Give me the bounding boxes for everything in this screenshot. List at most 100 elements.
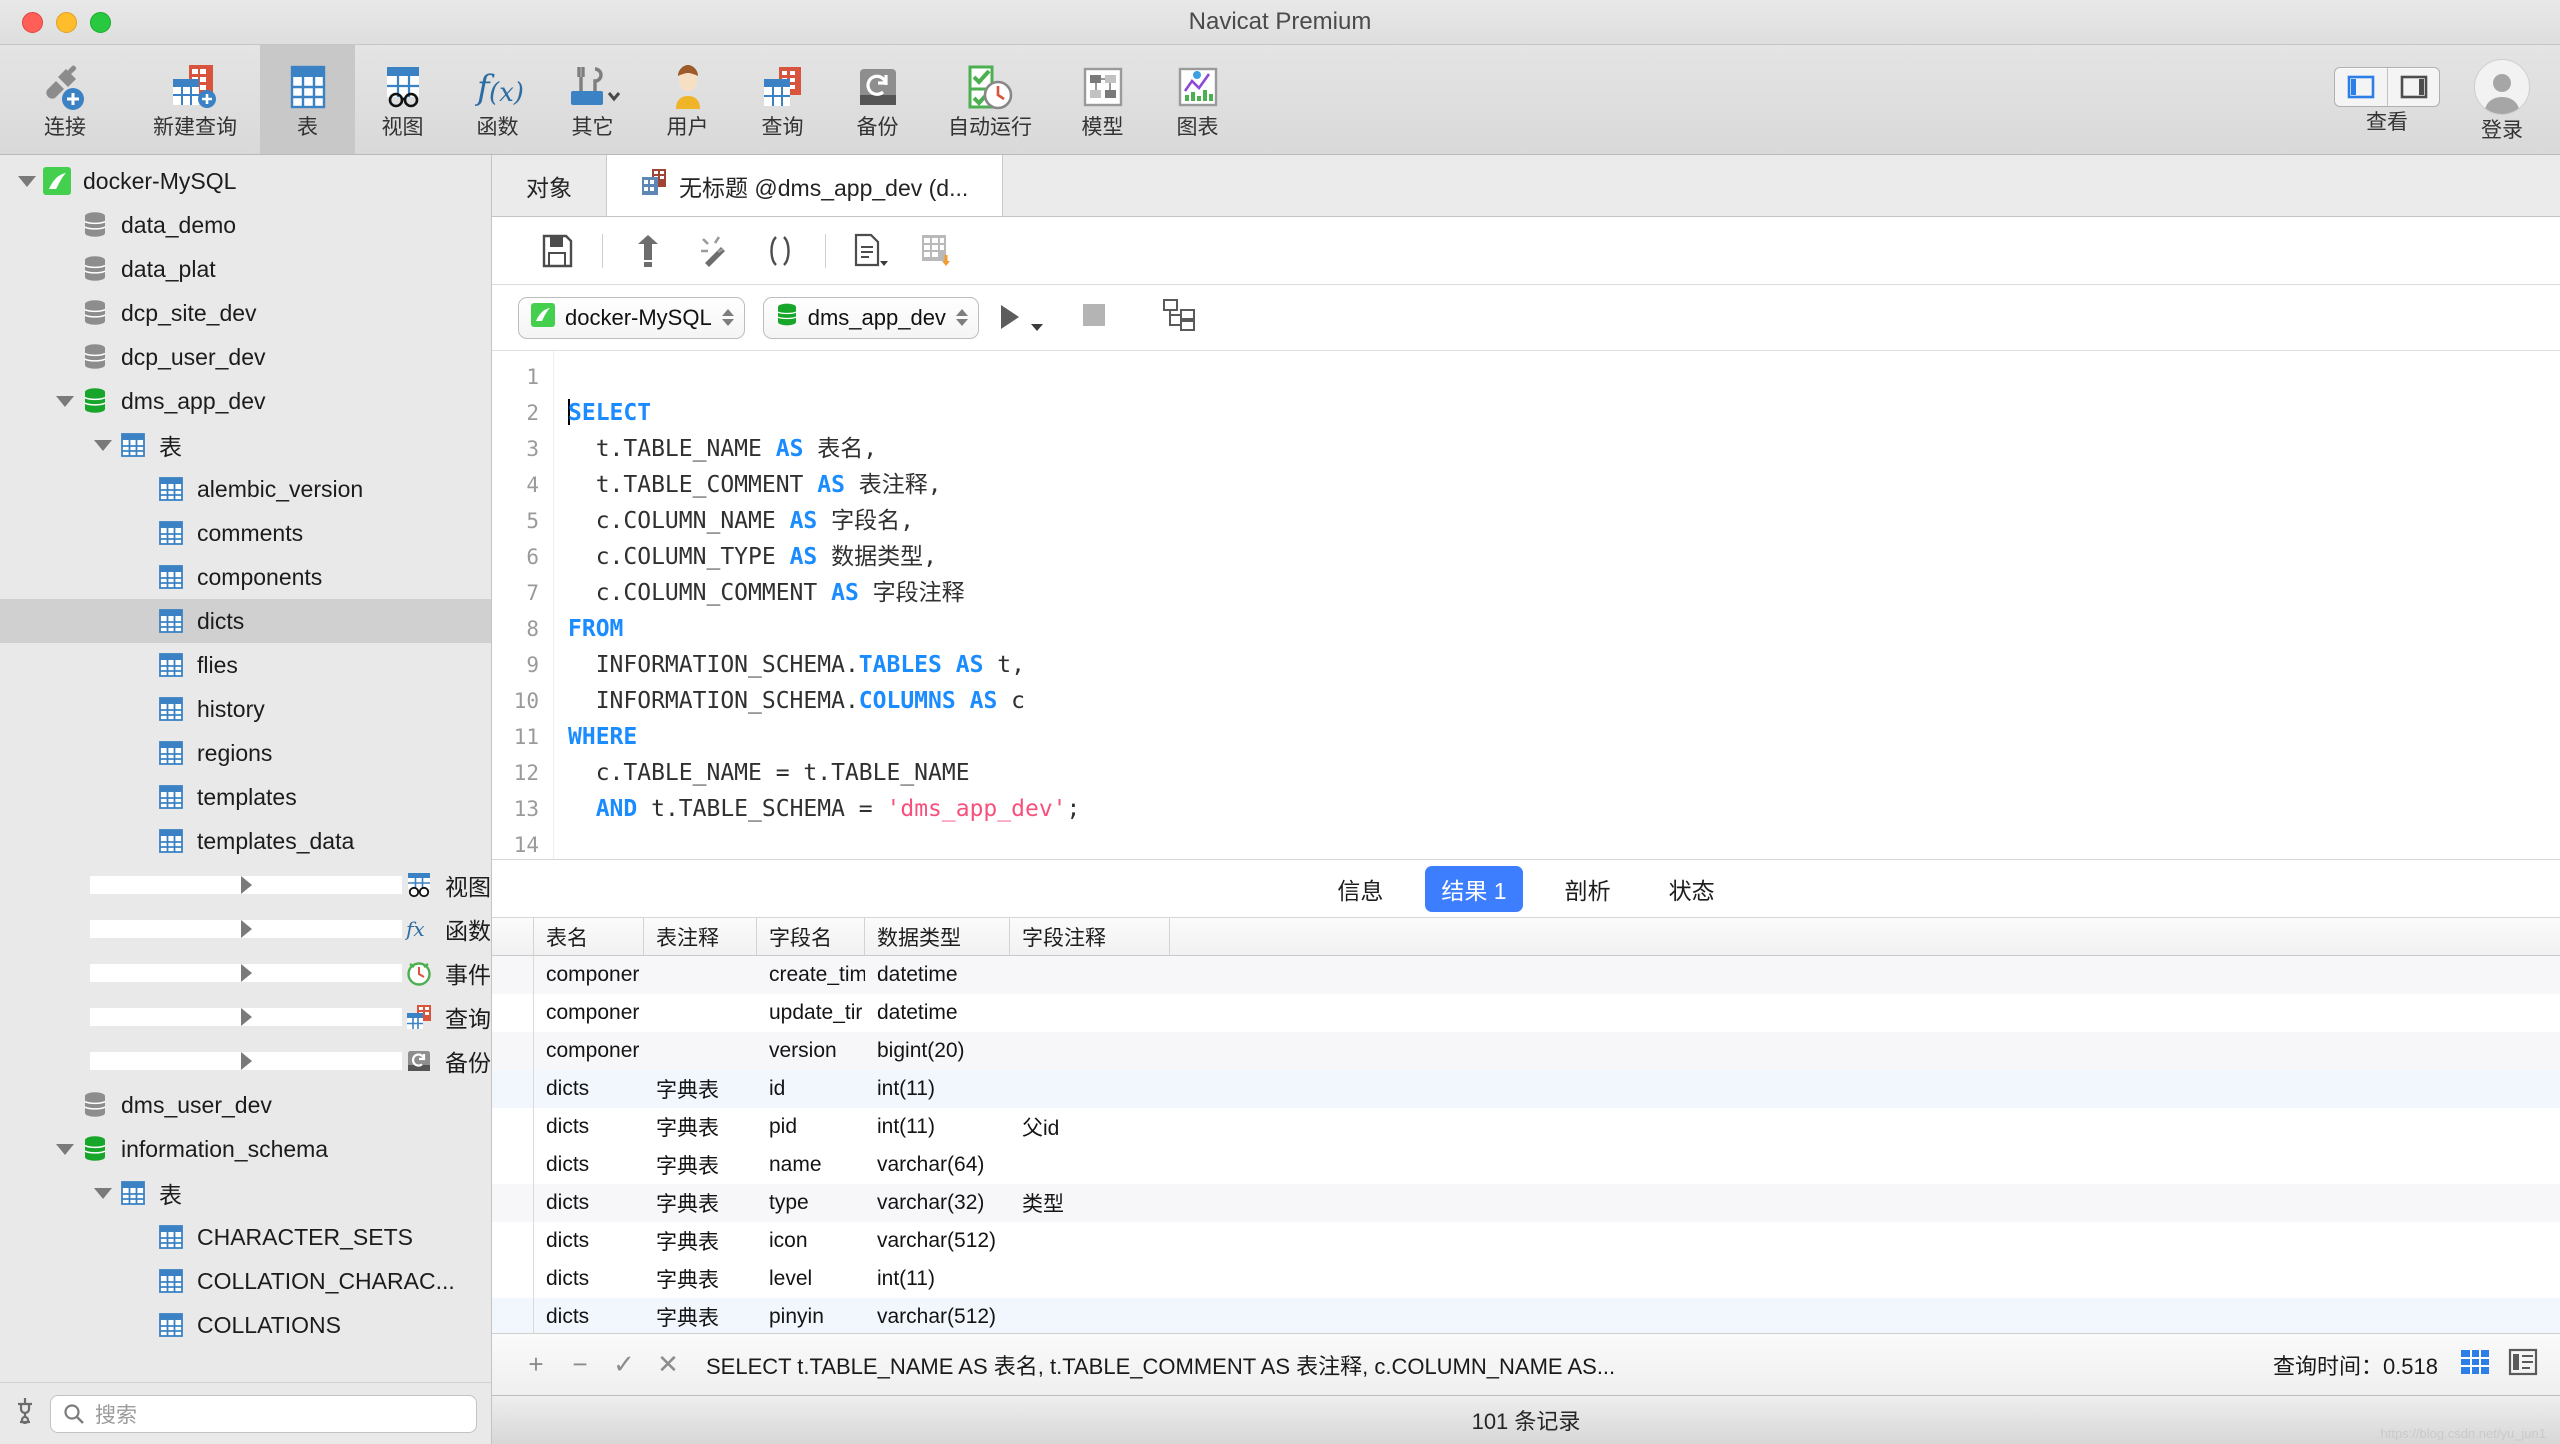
table-cell[interactable]: varchar(64) (865, 1146, 1010, 1184)
code-line[interactable]: c.COLUMN_COMMENT AS 字段注释 (568, 575, 2560, 611)
chevron-right-icon[interactable] (90, 1052, 402, 1070)
chevron-stepper-icon[interactable] (955, 309, 968, 326)
table-row[interactable]: dicts 字典表 name varchar(64) (492, 1146, 2560, 1185)
table-cell[interactable]: 字典表 (644, 1184, 757, 1222)
stop-icon[interactable] (1080, 301, 1108, 334)
table-cell[interactable] (1010, 1070, 1170, 1108)
code-line[interactable]: INFORMATION_SCHEMA.TABLES AS t, (568, 647, 2560, 683)
table-cell[interactable]: name (757, 1146, 865, 1184)
tree-item-collation_charac[interactable]: COLLATION_CHARAC... (0, 1259, 491, 1303)
table-cell[interactable]: type (757, 1184, 865, 1222)
tree-item-alembic_version[interactable]: alembic_version (0, 467, 491, 511)
table-cell[interactable] (1010, 1260, 1170, 1298)
parentheses-icon[interactable] (747, 225, 813, 277)
chevron-down-icon[interactable] (90, 1188, 116, 1199)
cancel-record-button[interactable]: ✕ (646, 1349, 690, 1380)
code-line[interactable]: t.TABLE_COMMENT AS 表注释, (568, 467, 2560, 503)
table-cell[interactable]: pid (757, 1108, 865, 1146)
table-cell[interactable]: varchar(512) (865, 1222, 1010, 1260)
row-header-cell[interactable] (492, 994, 534, 1033)
table-cell[interactable]: bigint(20) (865, 1032, 1010, 1070)
toolbar-item-user[interactable]: 用户 (640, 45, 735, 154)
chevron-down-icon[interactable] (52, 1144, 78, 1155)
toolbar-item-backup[interactable]: 备份 (830, 45, 925, 154)
toolbar-item-automation[interactable]: 自动运行 (925, 45, 1055, 154)
table-cell[interactable]: dicts (534, 1108, 644, 1146)
tree-item-components[interactable]: components (0, 555, 491, 599)
chevron-down-icon[interactable] (90, 440, 116, 451)
result-tab-3[interactable]: 状态 (1653, 866, 1731, 912)
code-line[interactable] (568, 359, 2560, 395)
tree-item-information_schema[interactable]: information_schema (0, 1127, 491, 1171)
magic-wand-icon[interactable] (681, 225, 747, 277)
tree-item-docker-mysql[interactable]: docker-MySQL (0, 159, 491, 203)
table-row[interactable]: componer create_tim datetime (492, 956, 2560, 995)
table-cell[interactable]: level (757, 1260, 865, 1298)
sql-code[interactable]: SELECT t.TABLE_NAME AS 表名, t.TABLE_COMME… (554, 351, 2560, 859)
code-line[interactable]: t.TABLE_NAME AS 表名, (568, 431, 2560, 467)
tree-item-dcp_site_dev[interactable]: dcp_site_dev (0, 291, 491, 335)
tree-item-collations[interactable]: COLLATIONS (0, 1303, 491, 1347)
show-right-pane-button[interactable] (2387, 67, 2439, 106)
connection-status-icon[interactable] (12, 1396, 38, 1431)
tree-item-dcp_user_dev[interactable]: dcp_user_dev (0, 335, 491, 379)
chevron-stepper-icon[interactable] (721, 309, 734, 326)
database-select[interactable]: dms_app_dev (762, 296, 979, 339)
table-row[interactable]: componer update_tir datetime (492, 994, 2560, 1033)
toolbar-item-connect[interactable]: 连接 (0, 45, 130, 154)
code-line[interactable]: FROM (568, 611, 2560, 647)
table-cell[interactable] (1010, 1146, 1170, 1184)
save-icon[interactable] (524, 225, 590, 277)
result-grid[interactable]: 表名 表注释 字段名 数据类型 字段注释 componer create_tim datet… (492, 918, 2560, 1333)
login-group[interactable]: 登录 (2474, 58, 2530, 141)
table-row[interactable]: dicts 字典表 type varchar(32) 类型 (492, 1184, 2560, 1223)
toolbar-item-model[interactable]: 模型 (1055, 45, 1150, 154)
table-cell[interactable] (644, 956, 757, 994)
code-line[interactable]: WHERE (568, 719, 2560, 755)
view-segmented-control[interactable] (2334, 66, 2440, 107)
result-tab-0[interactable]: 信息 (1321, 866, 1399, 912)
table-row[interactable]: dicts 字典表 level int(11) (492, 1260, 2560, 1299)
chevron-down-icon[interactable] (52, 396, 78, 407)
toolbar-item-query[interactable]: 查询 (735, 45, 830, 154)
result-tab-bar[interactable]: 信息 结果 1 剖析 状态 (492, 860, 2560, 919)
grid-column-header[interactable]: 数据类型 (865, 918, 1010, 956)
code-line[interactable] (568, 827, 2560, 859)
table-cell[interactable]: 字典表 (644, 1298, 757, 1333)
grid-column-header[interactable]: 字段注释 (1010, 918, 1170, 956)
table-cell[interactable] (644, 994, 757, 1032)
tab-query-editor[interactable]: 无标题 @dms_app_dev (d... (607, 155, 1004, 216)
table-cell[interactable]: 字典表 (644, 1222, 757, 1260)
tree-item-templates_data[interactable]: templates_data (0, 819, 491, 863)
table-cell[interactable]: id (757, 1070, 865, 1108)
explain-plan-icon[interactable] (1162, 298, 1196, 337)
table-cell[interactable]: dicts (534, 1222, 644, 1260)
row-header-cell[interactable] (492, 1298, 534, 1333)
tree-item-[interactable]: 备份 (0, 1039, 491, 1083)
avatar[interactable] (2474, 58, 2530, 115)
table-cell[interactable]: dicts (534, 1184, 644, 1222)
table-cell[interactable] (1010, 1222, 1170, 1260)
show-left-pane-button[interactable] (2335, 68, 2387, 106)
sql-editor[interactable]: 1 2 3 4 5 6 7 8 9 10 11 12 13 14 SELECT t.TABLE_NAME … (492, 351, 2560, 861)
table-cell[interactable]: 字典表 (644, 1108, 757, 1146)
grid-column-header[interactable]: 表注释 (644, 918, 757, 956)
tree-item-dms_app_dev[interactable]: dms_app_dev (0, 379, 491, 423)
grid-body[interactable]: componer create_tim datetime componer update… (492, 956, 2560, 1333)
tree-item-flies[interactable]: flies (0, 643, 491, 687)
table-cell[interactable]: int(11) (865, 1070, 1010, 1108)
row-header-cell[interactable] (492, 1146, 534, 1185)
row-header-cell[interactable] (492, 1184, 534, 1223)
toolbar-item-new-query[interactable]: 新建查询 (130, 45, 260, 154)
row-header-cell[interactable] (492, 956, 534, 995)
table-row[interactable]: dicts 字典表 id int(11) (492, 1070, 2560, 1109)
toolbar-item-table[interactable]: 表 (260, 45, 355, 154)
table-cell[interactable]: update_tir (757, 994, 865, 1032)
table-row[interactable]: componer version bigint(20) (492, 1032, 2560, 1071)
toolbar-item-chart[interactable]: 图表 (1150, 45, 1245, 154)
table-cell[interactable]: 字典表 (644, 1146, 757, 1184)
tree-item-regions[interactable]: regions (0, 731, 491, 775)
table-cell[interactable]: dicts (534, 1146, 644, 1184)
table-cell[interactable]: dicts (534, 1298, 644, 1333)
table-cell[interactable]: dicts (534, 1070, 644, 1108)
